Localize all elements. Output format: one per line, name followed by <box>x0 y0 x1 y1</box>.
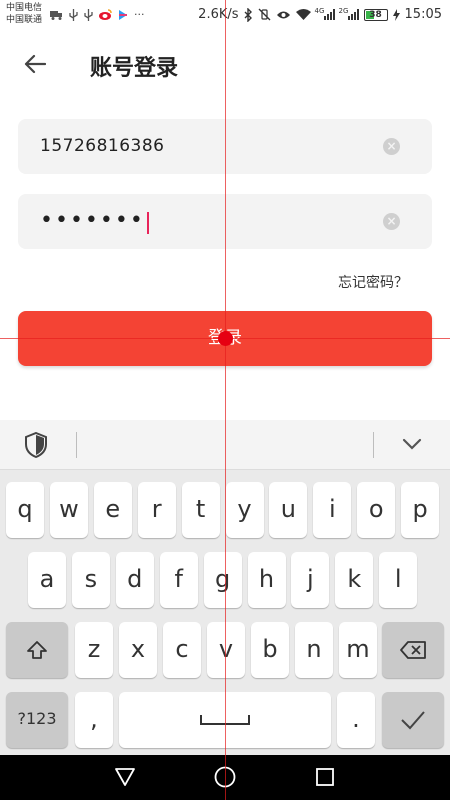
key-j[interactable]: j <box>291 552 330 608</box>
shift-icon <box>27 641 47 659</box>
eye-icon <box>276 11 290 18</box>
key-h[interactable]: h <box>247 552 286 608</box>
notification-icons: ··· <box>50 8 145 21</box>
key-z[interactable]: z <box>75 622 113 678</box>
key-k[interactable]: k <box>335 552 374 608</box>
forgot-password-link[interactable]: 忘记密码？ <box>338 272 408 292</box>
key-p[interactable]: p <box>401 482 440 538</box>
clock: 15:05 <box>404 7 442 22</box>
more-icon: ··· <box>134 8 145 21</box>
enter-key[interactable] <box>382 692 444 748</box>
key-g[interactable]: g <box>203 552 242 608</box>
key-v[interactable]: v <box>207 622 245 678</box>
period-key[interactable]: . <box>337 692 375 748</box>
status-right: 2.6K/s 4G 2G 38 15:05 <box>198 7 442 22</box>
comma-key[interactable]: , <box>75 692 113 748</box>
toolbar-divider <box>76 432 77 458</box>
back-button[interactable] <box>20 52 50 80</box>
key-f[interactable]: f <box>159 552 198 608</box>
key-m[interactable]: m <box>339 622 377 678</box>
key-o[interactable]: o <box>357 482 396 538</box>
touch-crosshair-vertical <box>225 0 226 800</box>
key-y[interactable]: y <box>225 482 264 538</box>
signal-2g-icon: 2G <box>338 7 359 20</box>
page-title: 账号登录 <box>90 56 179 81</box>
key-l[interactable]: l <box>379 552 418 608</box>
carrier-1: 中国电信 <box>6 3 43 13</box>
carrier-labels: 中国电信 中国联通 <box>6 2 42 26</box>
check-icon <box>401 711 425 730</box>
battery-icon: 38 <box>363 8 388 21</box>
key-c[interactable]: c <box>163 622 201 678</box>
key-t[interactable]: t <box>181 482 220 538</box>
key-e[interactable]: e <box>93 482 132 538</box>
usb-icon <box>84 8 93 21</box>
symbols-key[interactable]: ?123 <box>6 692 68 748</box>
signal-4g-icon: 4G <box>314 7 335 20</box>
bluetooth-icon <box>244 7 252 22</box>
truck-icon <box>50 10 62 20</box>
key-b[interactable]: b <box>251 622 289 678</box>
arrow-app-icon <box>119 9 127 20</box>
recents-square-icon[interactable] <box>313 765 337 789</box>
chevron-down-icon[interactable] <box>400 432 424 456</box>
phone-value: 15726816386 <box>40 136 165 156</box>
key-x[interactable]: x <box>119 622 157 678</box>
key-d[interactable]: d <box>115 552 154 608</box>
text-caret <box>146 212 149 234</box>
backspace-icon <box>400 641 426 659</box>
net-speed: 2.6K/s <box>198 7 239 22</box>
back-triangle-icon[interactable] <box>113 765 137 789</box>
charging-icon <box>392 8 400 21</box>
weibo-icon <box>99 9 112 20</box>
key-n[interactable]: n <box>295 622 333 678</box>
shift-key[interactable] <box>6 622 68 678</box>
clear-circle-icon[interactable]: × <box>383 213 400 230</box>
clear-circle-icon[interactable]: × <box>383 138 400 155</box>
usb-icon <box>69 8 78 21</box>
wifi-icon <box>295 8 311 20</box>
touch-point-marker <box>218 331 233 346</box>
vibrate-off-icon <box>258 8 270 21</box>
key-r[interactable]: r <box>137 482 176 538</box>
backspace-key[interactable] <box>382 622 444 678</box>
key-u[interactable]: u <box>269 482 308 538</box>
key-a[interactable]: a <box>28 552 66 608</box>
arrow-left-icon <box>24 54 47 74</box>
password-mask: ••••••• <box>40 208 145 233</box>
battery-level: 38 <box>369 9 382 20</box>
toolbar-divider <box>373 432 374 458</box>
key-q[interactable]: q <box>6 482 44 538</box>
key-i[interactable]: i <box>313 482 352 538</box>
carrier-2: 中国联通 <box>6 15 43 25</box>
shield-icon[interactable] <box>24 432 48 458</box>
key-s[interactable]: s <box>71 552 110 608</box>
signal-4g-tag: 4G <box>314 7 325 15</box>
key-w[interactable]: w <box>49 482 88 538</box>
signal-2g-tag: 2G <box>338 7 349 15</box>
